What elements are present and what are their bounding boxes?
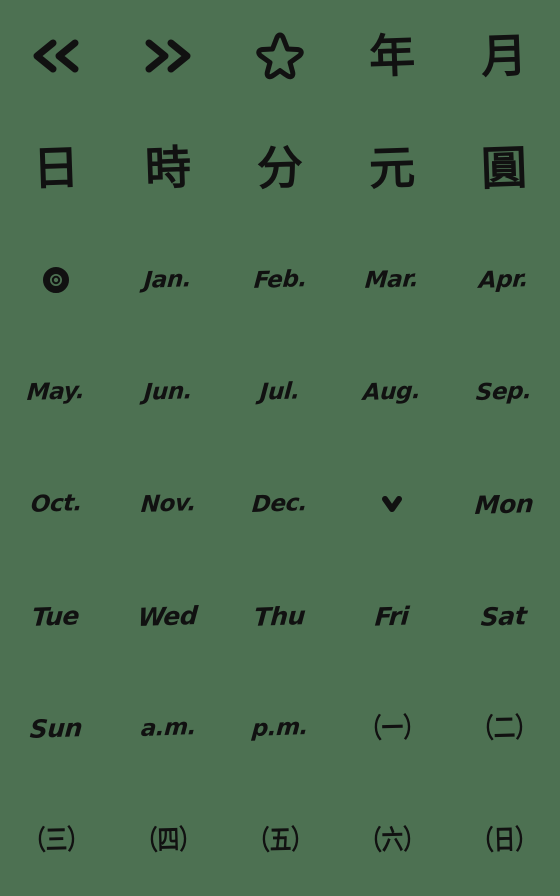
kanji-month-label: 月 (480, 28, 528, 84)
month-jun[interactable]: Jun. (112, 336, 224, 448)
weekday-sat-label: Sat (480, 600, 528, 632)
weekday-cjk-five[interactable]: （五） (224, 784, 336, 896)
month-apr[interactable]: Apr. (448, 224, 560, 336)
kanji-yuan[interactable]: 元 (336, 112, 448, 224)
weekday-sun-label: Sun (28, 712, 84, 744)
weekday-cjk-five-label: （五） (247, 823, 313, 857)
weekday-wed-label: Wed (137, 600, 199, 632)
weekday-cjk-three-label: （三） (23, 823, 89, 857)
double-left-chevron-icon (0, 0, 112, 112)
star-icon[interactable] (224, 0, 336, 112)
double-left-chevron-icon[interactable] (0, 0, 112, 112)
month-jul[interactable]: Jul. (224, 336, 336, 448)
month-nov[interactable]: Nov. (112, 448, 224, 560)
weekday-fri-label: Fri (374, 600, 410, 632)
weekday-cjk-two-label: （二） (471, 711, 537, 745)
kanji-minute-label: 分 (256, 140, 304, 196)
weekday-tue-label: Tue (31, 600, 81, 632)
month-aug[interactable]: Aug. (336, 336, 448, 448)
weekday-sat[interactable]: Sat (448, 560, 560, 672)
month-sep[interactable]: Sep. (448, 336, 560, 448)
month-sep-label: Sep. (475, 377, 533, 406)
time-pm[interactable]: p.m. (224, 672, 336, 784)
kanji-circled-yen[interactable]: 圓 (448, 112, 560, 224)
weekday-thu[interactable]: Thu (224, 560, 336, 672)
month-feb[interactable]: Feb. (224, 224, 336, 336)
month-feb-label: Feb. (252, 265, 308, 294)
emoji-sticker-sheet: 年 月日 時 分 元 圓 Jan. Feb. Mar. Apr. May. Jun. Jul. Aug. S… (0, 0, 560, 896)
month-aug-label: Aug. (362, 377, 422, 406)
month-may[interactable]: May. (0, 336, 112, 448)
kanji-day[interactable]: 日 (0, 112, 112, 224)
month-nov-label: Nov. (139, 489, 197, 518)
chevron-down-icon[interactable] (336, 448, 448, 560)
chevron-down-icon (336, 448, 448, 560)
weekday-fri[interactable]: Fri (336, 560, 448, 672)
star-icon (224, 0, 336, 112)
double-right-chevron-icon (112, 0, 224, 112)
kanji-circled-yen-label: 圓 (480, 140, 528, 196)
ring-dot-icon (0, 224, 112, 336)
weekday-tue[interactable]: Tue (0, 560, 112, 672)
double-right-chevron-icon[interactable] (112, 0, 224, 112)
month-may-label: May. (26, 377, 86, 406)
weekday-cjk-one-label: （一） (359, 711, 425, 745)
weekday-wed[interactable]: Wed (112, 560, 224, 672)
kanji-day-label: 日 (32, 140, 80, 196)
weekday-cjk-one[interactable]: （一） (336, 672, 448, 784)
month-mar[interactable]: Mar. (336, 224, 448, 336)
weekday-mon-label: Mon (473, 488, 535, 520)
weekday-cjk-three[interactable]: （三） (0, 784, 112, 896)
kanji-year-label: 年 (368, 28, 416, 84)
month-jan[interactable]: Jan. (112, 224, 224, 336)
month-oct[interactable]: Oct. (0, 448, 112, 560)
time-pm-label: p.m. (251, 713, 309, 742)
time-am-label: a.m. (139, 713, 197, 742)
weekday-mon[interactable]: Mon (448, 448, 560, 560)
weekday-cjk-six[interactable]: （六） (336, 784, 448, 896)
weekday-cjk-two[interactable]: （二） (448, 672, 560, 784)
month-jun-label: Jun. (143, 377, 194, 406)
weekday-cjk-six-label: （六） (359, 823, 425, 857)
kanji-hour[interactable]: 時 (112, 112, 224, 224)
weekday-sun[interactable]: Sun (0, 672, 112, 784)
weekday-cjk-sun[interactable]: （日） (448, 784, 560, 896)
kanji-hour-label: 時 (144, 140, 192, 196)
weekday-thu-label: Thu (253, 600, 307, 632)
month-jul-label: Jul. (259, 377, 301, 406)
ring-dot-icon[interactable] (0, 224, 112, 336)
time-am[interactable]: a.m. (112, 672, 224, 784)
month-dec[interactable]: Dec. (224, 448, 336, 560)
weekday-cjk-four-label: （四） (135, 823, 201, 857)
month-apr-label: Apr. (478, 265, 530, 294)
month-mar-label: Mar. (364, 265, 420, 294)
weekday-cjk-sun-label: （日） (471, 823, 537, 857)
kanji-minute[interactable]: 分 (224, 112, 336, 224)
kanji-month[interactable]: 月 (448, 0, 560, 112)
month-dec-label: Dec. (251, 489, 309, 518)
month-oct-label: Oct. (29, 489, 83, 518)
weekday-cjk-four[interactable]: （四） (112, 784, 224, 896)
kanji-year[interactable]: 年 (336, 0, 448, 112)
month-jan-label: Jan. (143, 265, 193, 294)
kanji-yuan-label: 元 (368, 140, 416, 196)
